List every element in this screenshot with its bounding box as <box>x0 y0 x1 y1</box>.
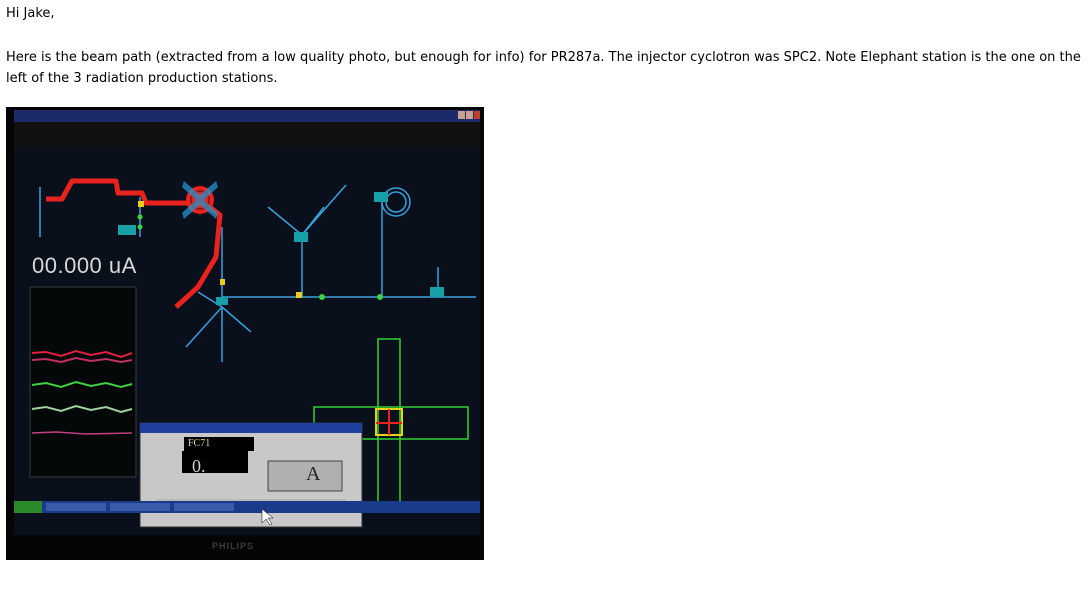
start-button[interactable] <box>14 501 42 513</box>
dialog-channel-field[interactable]: FC71 <box>184 437 254 451</box>
email-greeting: Hi Jake, <box>6 6 55 21</box>
dialog-value-display: 0. <box>192 456 206 476</box>
minimize-icon[interactable] <box>458 111 465 119</box>
beam-current-readout: 00.000 uA <box>32 253 137 278</box>
email-body: Here is the beam path (extracted from a … <box>6 50 1081 86</box>
close-icon[interactable] <box>474 111 480 119</box>
maximize-icon[interactable] <box>466 111 473 119</box>
monitor-brand-logo: PHILIPS <box>212 541 255 551</box>
beam-path-photo: 00.000 uA FC71 0. A PHILIPS <box>6 107 484 560</box>
dialog-unit-label: A <box>306 463 321 485</box>
